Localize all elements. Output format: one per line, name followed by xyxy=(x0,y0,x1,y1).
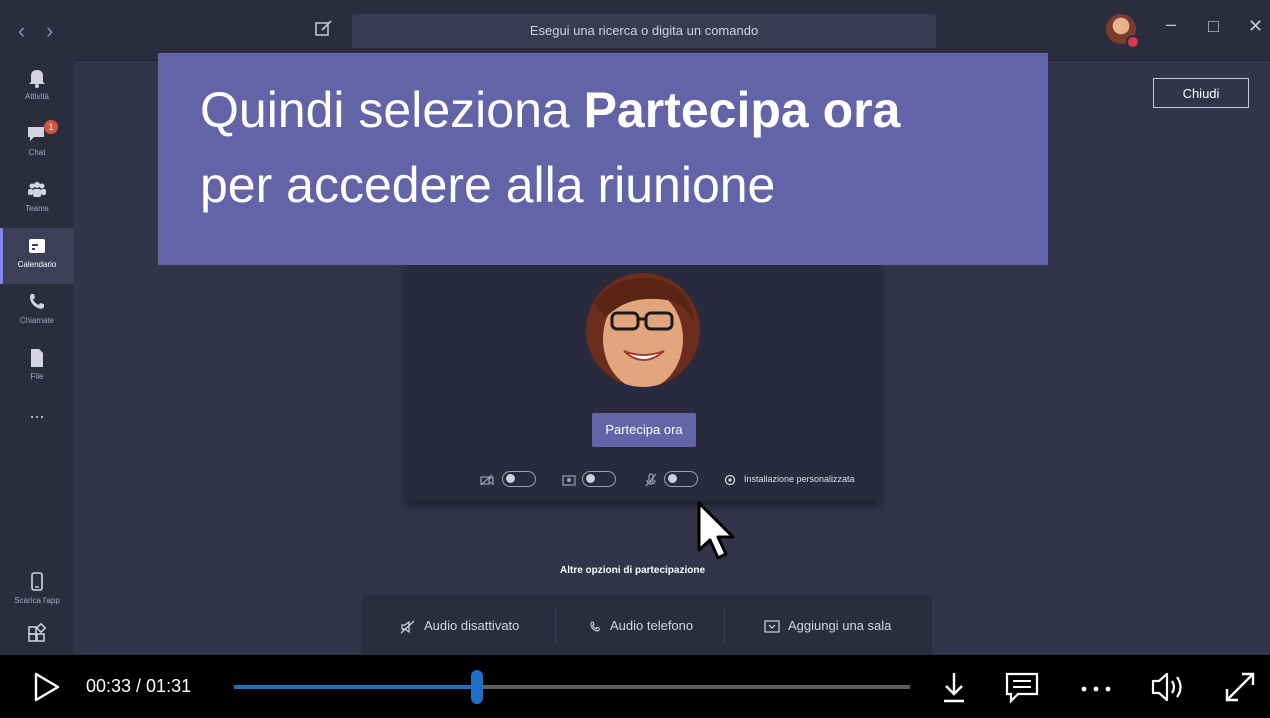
rail-item-activity[interactable]: Attività xyxy=(0,60,74,116)
rail-item-teams[interactable]: Teams xyxy=(0,172,74,228)
rail-item-calls[interactable]: Chiamate xyxy=(0,284,74,340)
presence-busy-icon xyxy=(1126,35,1140,49)
custom-setup-label: Installazione personalizzata xyxy=(744,474,855,484)
camera-toggle[interactable] xyxy=(502,471,536,487)
rail-label: Calendario xyxy=(17,260,57,269)
file-icon xyxy=(31,349,43,367)
volume-icon[interactable] xyxy=(1150,669,1186,705)
app-rail: Attività 1 Chat Teams Calendario Chiamat… xyxy=(0,60,74,655)
caption-bold-text: Partecipa ora xyxy=(583,82,901,138)
caption-regular-text: Quindi seleziona xyxy=(200,82,584,138)
teams-window: ‹ › Esegui una ricerca o digita un coman… xyxy=(0,0,1270,655)
room-display-icon xyxy=(764,619,780,633)
calendar-icon xyxy=(29,239,45,253)
forward-icon[interactable]: › xyxy=(46,18,53,44)
seek-bar-progress xyxy=(234,685,478,689)
search-input[interactable]: Esegui una ricerca o digita un comando xyxy=(352,14,936,48)
maximize-icon[interactable]: □ xyxy=(1208,16,1219,37)
fullscreen-icon[interactable] xyxy=(1222,669,1258,705)
caption-line-1: Quindi seleziona Partecipa ora xyxy=(200,75,1006,145)
rail-label: Teams xyxy=(25,204,49,213)
teams-icon xyxy=(28,182,46,197)
camera-off-icon xyxy=(480,474,494,486)
option-label: Audio disattivato xyxy=(424,618,520,633)
option-divider xyxy=(555,609,556,643)
microphone-toggle[interactable] xyxy=(664,471,698,487)
rail-item-apps[interactable] xyxy=(0,616,74,652)
background-blur-icon xyxy=(562,475,576,486)
other-join-options-label: Altre opzioni di partecipazione xyxy=(560,565,706,576)
video-player-controls: 00:33 / 01:31 xyxy=(0,655,1270,718)
bell-icon xyxy=(29,70,45,88)
user-avatar xyxy=(586,273,700,387)
join-now-button[interactable]: Partecipa ora xyxy=(592,413,696,447)
option-label: Aggiungi una sala xyxy=(788,618,892,633)
prejoin-card: Partecipa ora Installazione personalizza… xyxy=(406,265,880,501)
tutorial-caption-banner: Quindi seleziona Partecipa ora per acced… xyxy=(158,53,1048,265)
rail-label: Scarica l'app xyxy=(14,596,60,605)
rail-item-calendar[interactable]: Calendario xyxy=(0,228,74,284)
captions-icon[interactable] xyxy=(1004,669,1040,705)
rail-more-button[interactable]: ... xyxy=(0,400,74,456)
more-options-icon[interactable] xyxy=(1078,669,1114,705)
rail-label: Chiamate xyxy=(19,316,55,325)
rail-item-download-app[interactable]: Scarica l'app xyxy=(0,564,74,620)
join-options-bar: Audio disattivato Audio telefono Aggiung… xyxy=(362,595,932,655)
mouse-cursor-icon xyxy=(697,501,735,560)
option-label: Audio telefono xyxy=(610,618,694,633)
rail-item-chat[interactable]: 1 Chat xyxy=(0,116,74,172)
rail-label: Attività xyxy=(24,92,49,101)
rail-label: File xyxy=(30,372,44,381)
background-blur-toggle[interactable] xyxy=(582,471,616,487)
seek-bar-handle[interactable] xyxy=(471,670,484,704)
minimize-icon[interactable]: – xyxy=(1166,14,1176,35)
phone-audio-option[interactable]: Audio telefono xyxy=(588,595,693,655)
add-room-option[interactable]: Aggiungi una sala xyxy=(764,595,891,655)
microphone-off-icon xyxy=(645,473,657,487)
rail-label: Chat xyxy=(28,148,46,157)
seek-bar[interactable] xyxy=(234,670,910,704)
phone-icon xyxy=(590,621,600,632)
phone-icon xyxy=(30,294,44,309)
speaker-off-icon xyxy=(400,620,415,634)
close-window-icon[interactable]: ✕ xyxy=(1248,16,1263,37)
download-icon[interactable] xyxy=(936,669,972,705)
close-button[interactable]: Chiudi xyxy=(1153,78,1249,108)
apps-icon xyxy=(28,622,47,642)
custom-setup-link[interactable]: Installazione personalizzata xyxy=(724,469,855,489)
caption-line-2: per accedere alla riunione xyxy=(200,157,776,213)
chat-badge: 1 xyxy=(44,120,58,134)
playback-time: 00:33 / 01:31 xyxy=(86,676,192,696)
title-bar: ‹ › Esegui una ricerca o digita un coman… xyxy=(0,0,1270,61)
mobile-device-icon xyxy=(31,572,43,591)
play-icon[interactable] xyxy=(30,671,62,703)
back-icon[interactable]: ‹ xyxy=(18,18,25,44)
rail-item-files[interactable]: File xyxy=(0,340,74,396)
option-divider xyxy=(724,609,725,643)
audio-off-option[interactable]: Audio disattivato xyxy=(400,595,519,655)
compose-icon[interactable] xyxy=(314,19,334,39)
gear-icon xyxy=(724,474,736,485)
